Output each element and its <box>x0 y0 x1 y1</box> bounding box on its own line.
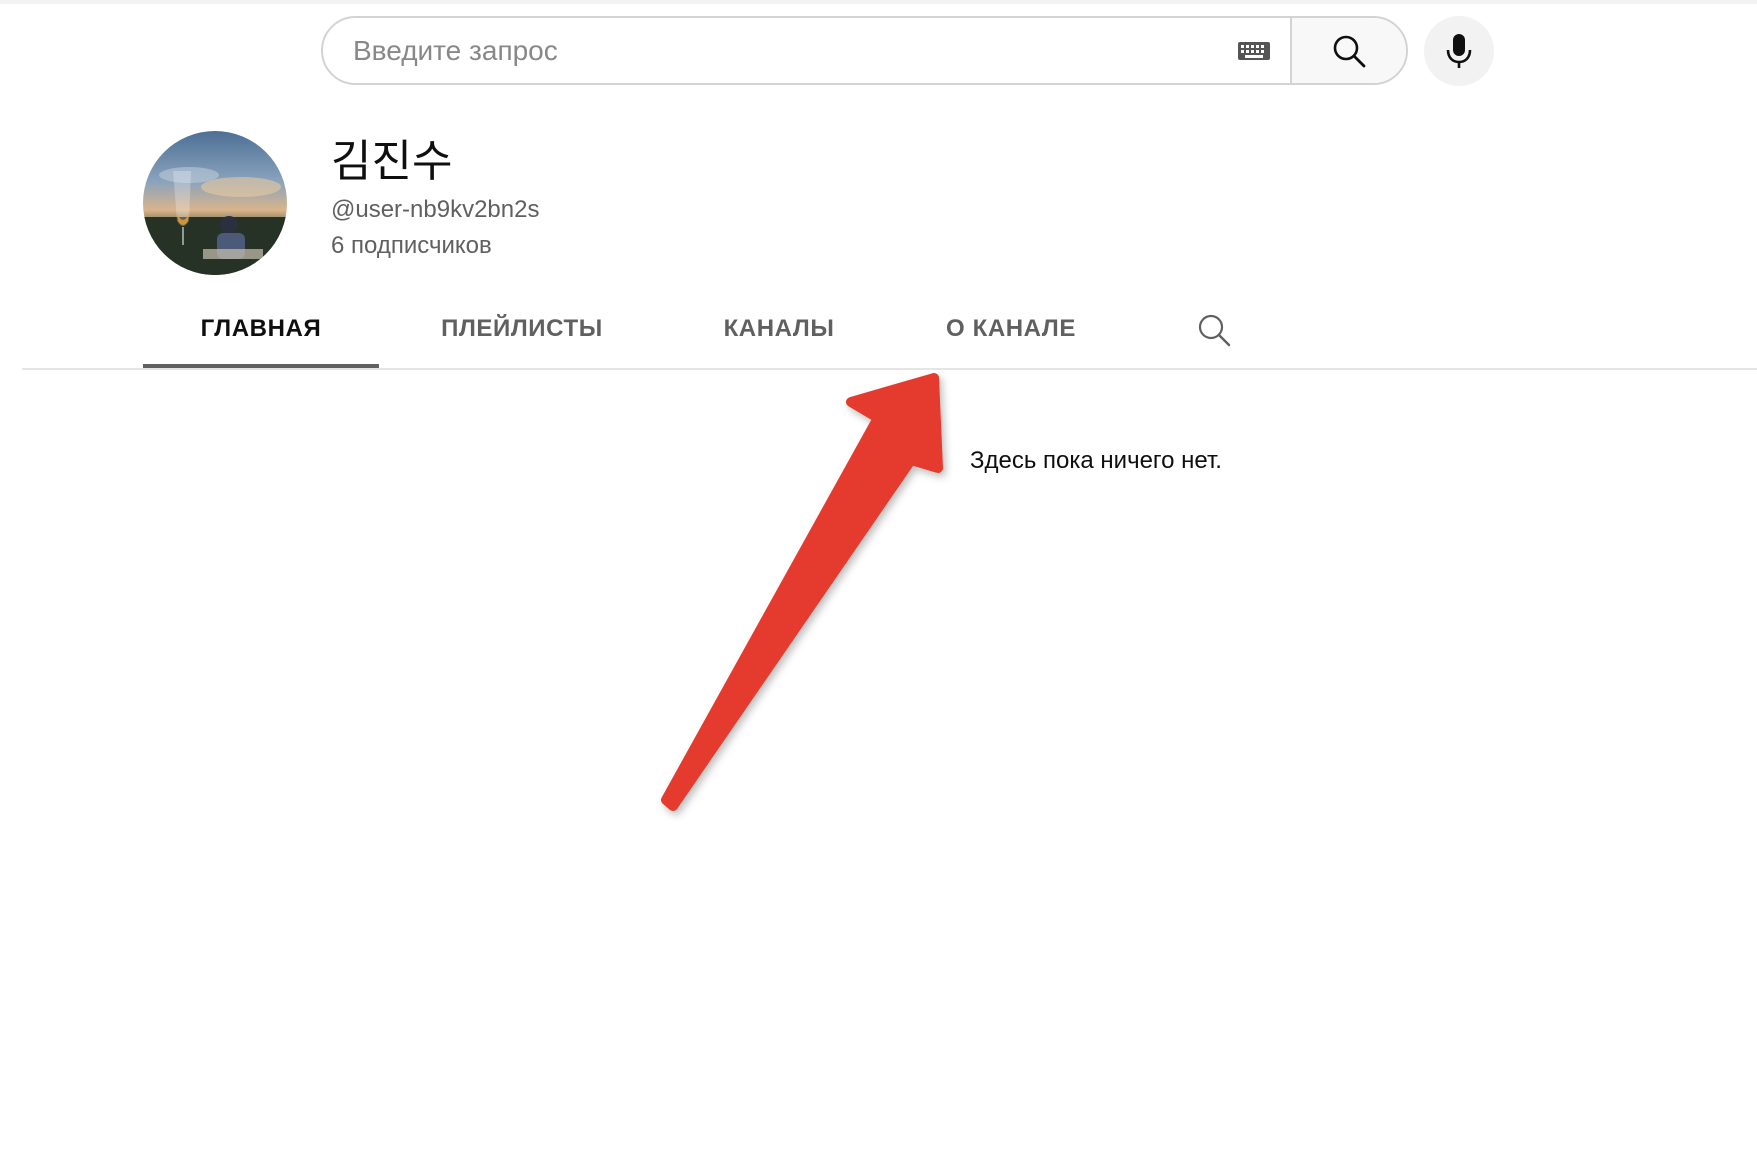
channel-avatar[interactable] <box>143 131 287 275</box>
tab-about[interactable]: О КАНАЛЕ <box>911 290 1111 368</box>
empty-content-message: Здесь пока ничего нет. <box>970 447 1222 474</box>
channel-name: 김진수 <box>331 136 453 187</box>
subscriber-count: 6 подписчиков <box>331 232 492 259</box>
tab-playlists[interactable]: ПЛЕЙЛИСТЫ <box>412 290 632 368</box>
microphone-icon <box>1446 34 1472 68</box>
channel-handle: @user-nb9kv2bn2s <box>331 196 540 223</box>
tab-search-button[interactable] <box>1192 308 1236 352</box>
keyboard-icon[interactable] <box>1218 18 1290 83</box>
page: 김진수 @user-nb9kv2bn2s 6 подписчиков ГЛАВН… <box>0 0 1757 1157</box>
search-icon <box>1333 35 1366 67</box>
tab-home[interactable]: ГЛАВНАЯ <box>143 290 379 368</box>
search-bar <box>321 16 1408 85</box>
voice-search-button[interactable] <box>1424 16 1494 86</box>
tab-channels[interactable]: КАНАЛЫ <box>679 290 879 368</box>
search-icon <box>1198 314 1231 347</box>
search-input[interactable] <box>323 18 1218 83</box>
active-tab-indicator <box>143 364 379 368</box>
search-button[interactable] <box>1290 18 1406 83</box>
channel-tabs: ГЛАВНАЯ ПЛЕЙЛИСТЫ КАНАЛЫ О КАНАЛЕ <box>22 290 1757 370</box>
top-divider <box>0 0 1757 4</box>
